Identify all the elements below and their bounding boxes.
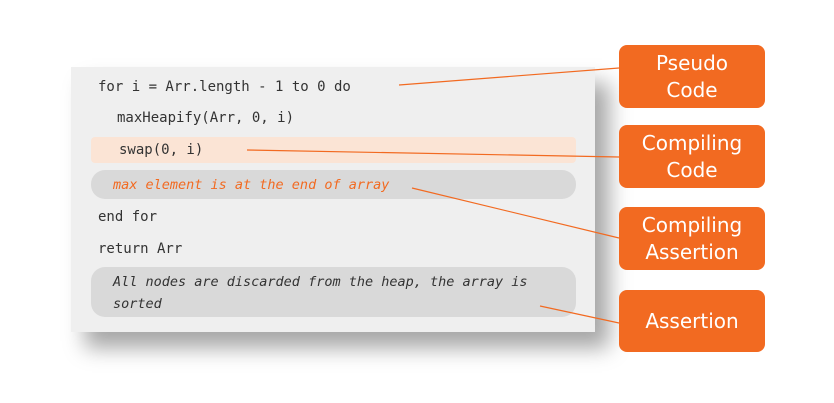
code-line-end-for: end for (98, 209, 158, 225)
callout-pseudo-code: Pseudo Code (619, 45, 765, 108)
callout-assertion: Assertion (619, 290, 765, 352)
code-line-final-assertion: All nodes are discarded from the heap, t… (113, 274, 528, 312)
callout-compiling-assertion-line1: Compiling (641, 212, 743, 237)
callout-compiling-assertion-line2: Assertion (645, 239, 739, 264)
callout-compiling-code-line1: Compiling (641, 130, 743, 155)
callout-compiling-code-line2: Code (666, 157, 718, 182)
callout-pseudo-code-line2: Code (666, 77, 718, 102)
code-line-loop-assertion: max element is at the end of array (113, 177, 390, 193)
code-line-swap: swap(0, i) (119, 142, 204, 158)
code-line-max-heapify: maxHeapify(Arr, 0, i) (117, 110, 295, 126)
code-line-loop-header: for i = Arr.length - 1 to 0 do (98, 79, 351, 95)
callout-compiling-code: Compiling Code (619, 125, 765, 188)
code-line-return: return Arr (98, 241, 183, 257)
callout-assertion-line1: Assertion (645, 308, 739, 333)
callout-compiling-assertion: Compiling Assertion (619, 207, 765, 270)
callout-pseudo-code-line1: Pseudo (655, 50, 729, 75)
